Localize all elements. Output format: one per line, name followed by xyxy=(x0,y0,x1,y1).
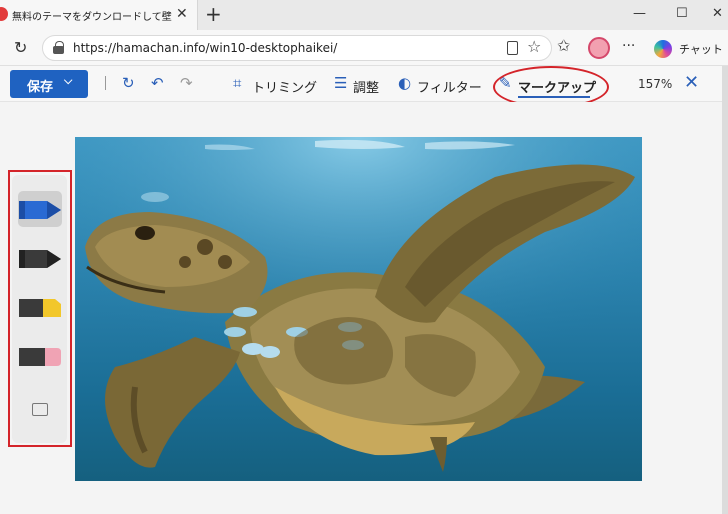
toolbar-divider xyxy=(105,76,106,90)
filter-icon: ◐ xyxy=(398,74,412,92)
tab-active[interactable]: 無料のテーマをダウンロードして壁紙を変 ✕ xyxy=(0,0,198,30)
filter-label: フィルター xyxy=(417,81,482,96)
vertical-scrollbar[interactable] xyxy=(722,66,728,514)
save-label: 保存 xyxy=(27,80,54,95)
new-tab-button[interactable]: + xyxy=(205,2,222,26)
zoom-level: 157% xyxy=(638,77,673,91)
eraser-icon[interactable] xyxy=(32,403,48,416)
favorites-icon[interactable]: ✩ xyxy=(557,36,570,55)
black-pen-icon[interactable] xyxy=(17,246,63,272)
favorite-star-icon[interactable]: ☆ xyxy=(527,37,541,56)
profile-avatar[interactable] xyxy=(588,37,610,59)
yellow-highlighter-icon[interactable] xyxy=(17,295,63,321)
lock-icon xyxy=(53,41,64,54)
redo-icon[interactable]: ↷ xyxy=(180,74,193,92)
tab-title: 無料のテーマをダウンロードして壁紙を変 xyxy=(12,12,172,23)
chevron-down-icon: ⌵ xyxy=(64,74,73,87)
crop-label: トリミング xyxy=(252,81,318,96)
reading-view-icon[interactable] xyxy=(507,41,518,55)
url-text[interactable]: https://hamachan.info/win10-desktophaike… xyxy=(73,41,337,55)
tab-strip: 無料のテーマをダウンロードして壁紙を変 ✕ + — ☐ ✕ xyxy=(0,0,728,30)
save-button[interactable]: 保存 ⌵ xyxy=(10,70,88,98)
history-icon[interactable]: ↻ xyxy=(122,74,135,92)
minimize-icon[interactable]: — xyxy=(633,6,646,21)
address-bar[interactable]: https://hamachan.info/win10-desktophaike… xyxy=(42,35,552,61)
sea-turtle-illustration xyxy=(75,137,642,481)
copilot-icon[interactable] xyxy=(654,40,672,58)
window-close-icon[interactable]: ✕ xyxy=(712,6,723,21)
tab-adjust[interactable]: ☰ 調整 xyxy=(334,70,384,98)
navigation-bar: ↻ https://hamachan.info/win10-desktophai… xyxy=(0,30,728,66)
maximize-icon[interactable]: ☐ xyxy=(676,6,688,21)
chat-button[interactable]: チャット xyxy=(679,41,723,57)
site-favicon-icon xyxy=(0,7,8,21)
settings-more-icon[interactable]: ··· xyxy=(622,38,635,54)
tab-close-icon[interactable]: ✕ xyxy=(176,6,188,22)
crop-icon: ⌗ xyxy=(233,74,242,92)
tab-filter[interactable]: ◐ フィルター xyxy=(398,70,488,98)
adjust-label: 調整 xyxy=(353,81,380,96)
edited-photo-sea-turtle[interactable] xyxy=(75,137,642,481)
blue-pen-icon[interactable] xyxy=(17,197,63,223)
adjust-sliders-icon: ☰ xyxy=(334,74,348,92)
markup-tool-palette xyxy=(12,175,67,443)
reload-icon[interactable]: ↻ xyxy=(14,38,27,57)
tab-crop[interactable]: ⌗ トリミング xyxy=(233,70,323,98)
eraser-pen-icon[interactable] xyxy=(17,344,63,370)
undo-icon[interactable]: ↶ xyxy=(151,74,164,92)
close-editor-icon[interactable]: ✕ xyxy=(684,72,699,93)
editor-toolbar: 保存 ⌵ ↻ ↶ ↷ ⌗ トリミング ☰ 調整 ◐ フィルター ✎ マークアップ xyxy=(0,66,728,102)
